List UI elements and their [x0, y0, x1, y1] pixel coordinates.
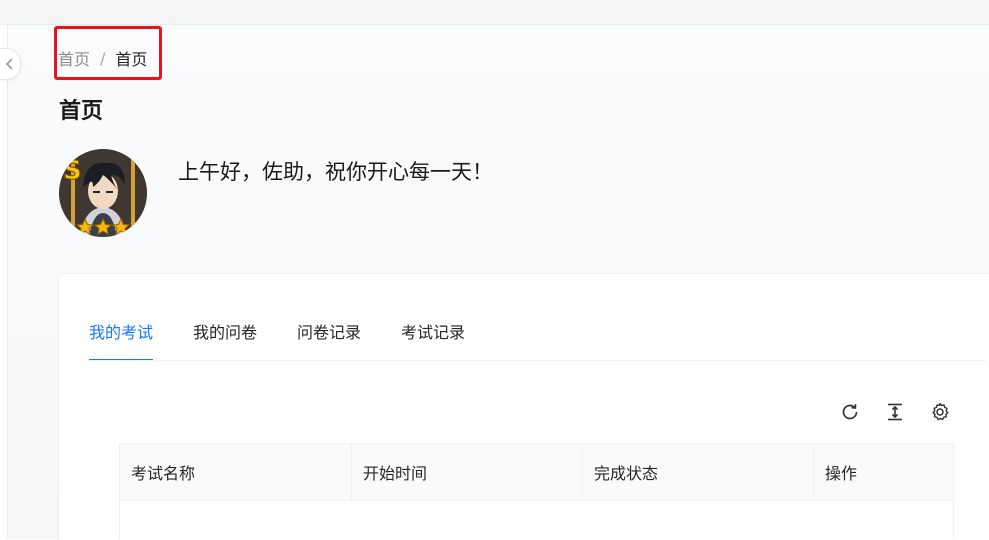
table-body — [119, 501, 954, 539]
sidebar-collapsed — [0, 25, 8, 539]
table-header: 考试名称 开始时间 完成状态 操作 — [119, 443, 954, 501]
density-icon[interactable] — [883, 400, 907, 424]
page-title: 首页 — [59, 99, 104, 124]
settings-icon[interactable] — [928, 400, 952, 424]
avatar: S — [59, 149, 147, 237]
column-header-completion-status[interactable]: 完成状态 — [582, 444, 813, 500]
tab-my-exams[interactable]: 我的考试 — [89, 319, 154, 361]
tab-my-surveys[interactable]: 我的问卷 — [193, 319, 257, 359]
tab-exam-records[interactable]: 考试记录 — [401, 319, 465, 359]
column-header-actions: 操作 — [813, 444, 953, 500]
highlight-annotation-box — [54, 26, 162, 80]
tabs-divider — [89, 360, 985, 361]
column-header-start-time[interactable]: 开始时间 — [351, 444, 582, 500]
tab-bar: 我的考试 我的问卷 问卷记录 考试记录 — [89, 319, 505, 361]
top-bar — [0, 0, 989, 25]
refresh-icon[interactable] — [838, 400, 862, 424]
tab-survey-records[interactable]: 问卷记录 — [297, 319, 361, 359]
greeting-message: 上午好，佐助，祝你开心每一天！ — [178, 160, 493, 184]
chevron-left-icon — [5, 58, 13, 70]
column-header-exam-name[interactable]: 考试名称 — [120, 444, 351, 500]
